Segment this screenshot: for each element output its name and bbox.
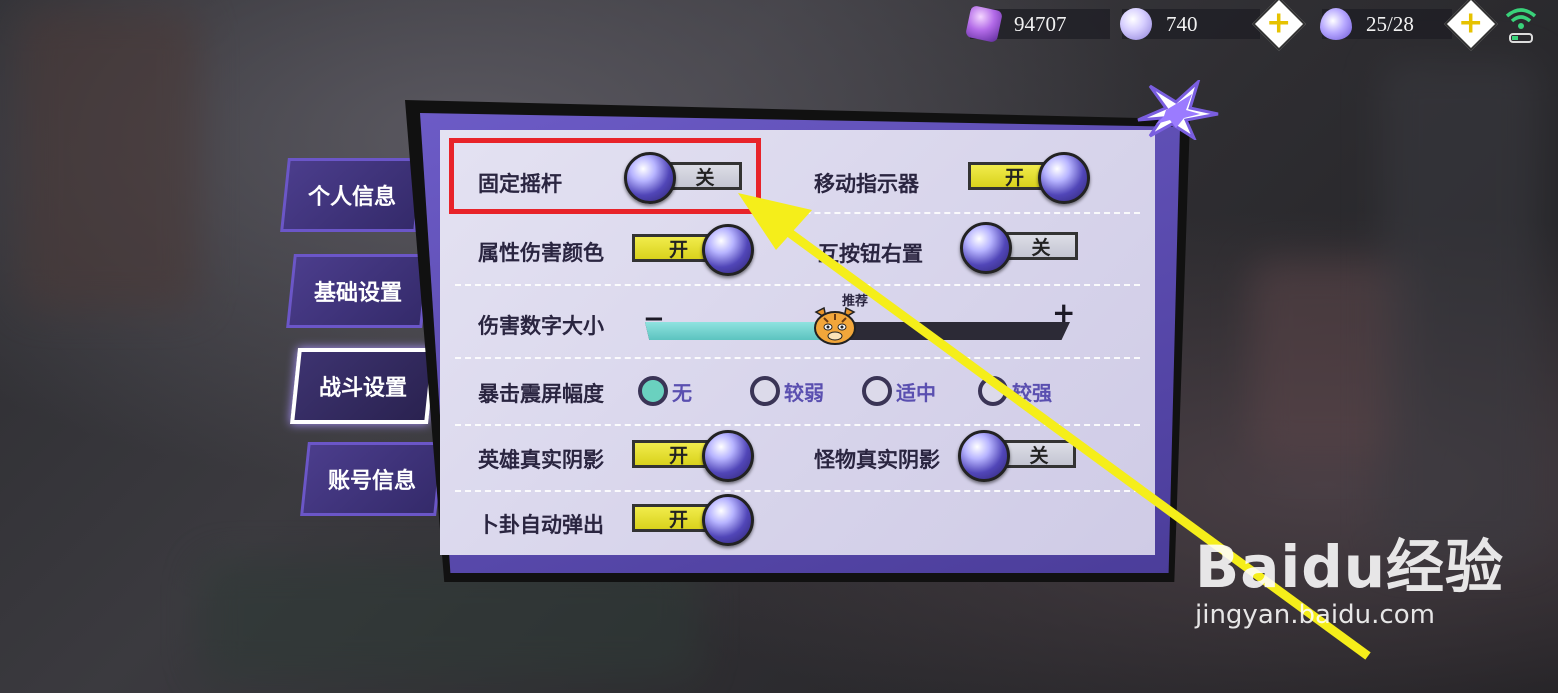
baidu-watermark: Baidu经验 jingyan.baidu.com	[1195, 520, 1504, 630]
gem-icon	[965, 5, 1003, 43]
plus-icon: +	[1458, 5, 1484, 41]
stamina-drop-icon	[1320, 8, 1352, 40]
plus-icon: +	[1266, 5, 1292, 41]
watermark-brand: Baidu经验	[1195, 533, 1505, 601]
orb-icon	[1120, 8, 1152, 40]
watermark-url: jingyan.baidu.com	[1195, 600, 1435, 630]
